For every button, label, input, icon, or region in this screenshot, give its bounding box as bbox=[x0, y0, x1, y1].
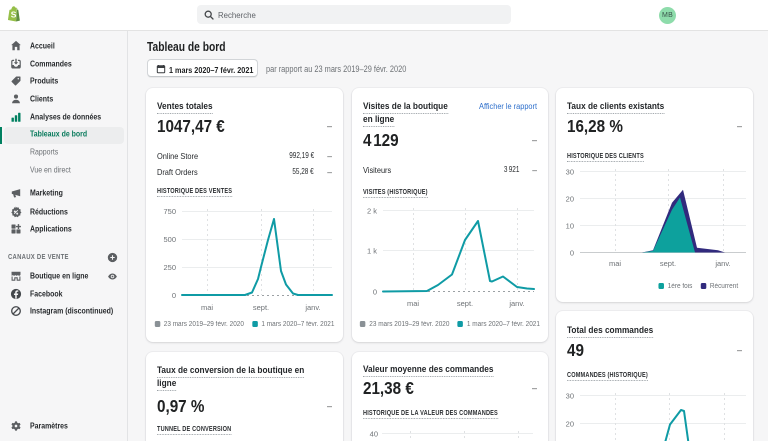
svg-text:20: 20 bbox=[566, 195, 574, 204]
svg-text:sept.: sept. bbox=[253, 303, 269, 312]
svg-text:sept.: sept. bbox=[660, 259, 676, 268]
svg-text:0: 0 bbox=[172, 291, 176, 300]
svg-text:janv.: janv. bbox=[714, 259, 730, 268]
svg-text:750: 750 bbox=[163, 207, 176, 216]
svg-text:mai: mai bbox=[201, 303, 213, 312]
svg-text:2 k: 2 k bbox=[367, 207, 377, 216]
svg-text:mai: mai bbox=[407, 299, 419, 308]
svg-text:mai: mai bbox=[609, 259, 621, 268]
svg-text:30: 30 bbox=[566, 392, 574, 401]
svg-text:250: 250 bbox=[163, 263, 176, 272]
svg-text:500: 500 bbox=[163, 235, 176, 244]
svg-text:10: 10 bbox=[566, 222, 574, 231]
svg-text:20: 20 bbox=[566, 420, 574, 429]
svg-text:0: 0 bbox=[373, 288, 377, 297]
svg-text:1 k: 1 k bbox=[367, 247, 377, 256]
svg-text:S: S bbox=[11, 10, 17, 20]
svg-text:janv.: janv. bbox=[508, 299, 524, 308]
svg-text:0: 0 bbox=[570, 249, 574, 258]
svg-text:sept.: sept. bbox=[457, 299, 473, 308]
svg-text:40: 40 bbox=[370, 430, 378, 439]
svg-text:janv.: janv. bbox=[304, 303, 320, 312]
svg-text:30: 30 bbox=[566, 168, 574, 177]
